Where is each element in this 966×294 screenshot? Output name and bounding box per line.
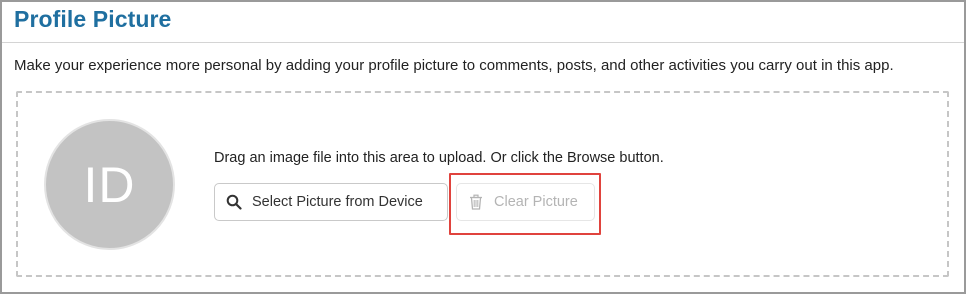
title-divider bbox=[2, 42, 964, 43]
select-picture-label: Select Picture from Device bbox=[252, 194, 423, 210]
section-title: Profile Picture bbox=[14, 6, 172, 32]
avatar: ID bbox=[44, 119, 175, 250]
clear-picture-button[interactable]: Clear Picture bbox=[456, 183, 595, 221]
clear-picture-label: Clear Picture bbox=[494, 194, 578, 210]
select-picture-button[interactable]: Select Picture from Device bbox=[214, 183, 448, 221]
avatar-initials: ID bbox=[83, 156, 136, 213]
upload-hint: Drag an image file into this area to upl… bbox=[214, 150, 664, 166]
trash-icon bbox=[468, 194, 484, 210]
search-icon bbox=[226, 194, 242, 210]
section-description: Make your experience more personal by ad… bbox=[14, 57, 894, 74]
